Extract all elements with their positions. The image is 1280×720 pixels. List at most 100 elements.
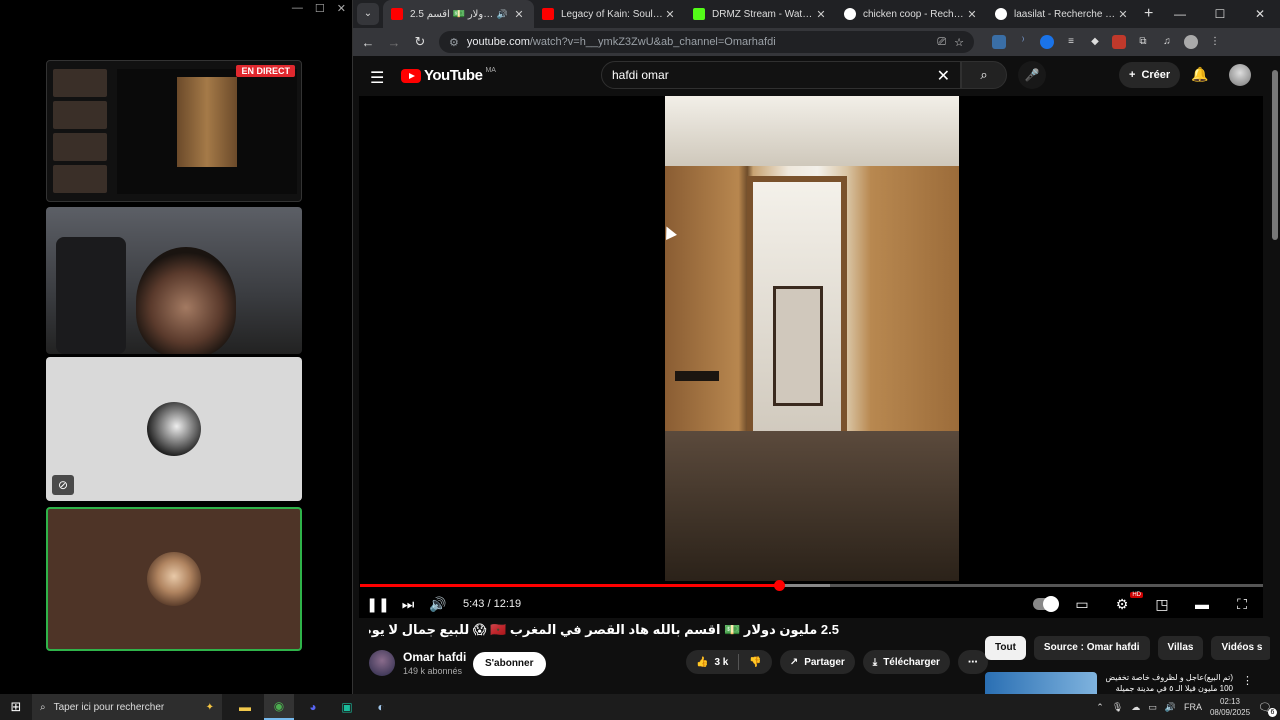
menu-hamburger-icon[interactable]: ☰ bbox=[370, 68, 384, 88]
recommended-thumbnail[interactable] bbox=[985, 672, 1097, 694]
video-frame[interactable] bbox=[665, 96, 959, 581]
chip-videos[interactable]: Vidéos s bbox=[1211, 636, 1273, 660]
chip-villas[interactable]: Villas bbox=[1157, 636, 1204, 660]
miniplayer-icon[interactable]: ◳ bbox=[1147, 596, 1177, 613]
close-tab-icon[interactable]: ✕ bbox=[512, 8, 526, 21]
minimize-icon[interactable]: — bbox=[292, 2, 303, 15]
close-tab-icon[interactable]: ✕ bbox=[814, 8, 828, 21]
minimize-icon[interactable]: — bbox=[1160, 0, 1200, 28]
steam-icon[interactable]: ◐ bbox=[366, 694, 396, 720]
close-tab-icon[interactable]: ✕ bbox=[663, 8, 677, 21]
reload-icon[interactable]: ↻ bbox=[413, 34, 427, 50]
close-tab-icon[interactable]: ✕ bbox=[965, 8, 979, 21]
recommended-video[interactable]: (تم البيع)عاجل و لظروف خاصة تخفيض 100 مل… bbox=[985, 670, 1255, 694]
subscribe-button[interactable]: S'abonner bbox=[473, 652, 546, 676]
extension-icon[interactable]: ⁾ bbox=[1016, 35, 1030, 49]
webcam-tile[interactable] bbox=[46, 207, 302, 354]
autoplay-toggle[interactable] bbox=[1033, 596, 1059, 612]
notifications-bell-icon[interactable]: 🔔 bbox=[1191, 66, 1208, 83]
tab-youtube-video[interactable]: 2.5 مليون دولار 💵 اقسم 🔊 ✕ bbox=[383, 0, 534, 28]
avatar bbox=[147, 402, 201, 456]
onedrive-icon[interactable]: ☁ bbox=[1131, 702, 1140, 713]
chip-source[interactable]: Source : Omar hafdi bbox=[1033, 636, 1150, 660]
clock[interactable]: 02:13 08/09/2025 bbox=[1210, 696, 1250, 718]
channel-avatar[interactable] bbox=[369, 650, 395, 676]
video-player[interactable]: ❚❚ ⏭ 🔊 5:43 / 12:19 ▭ ⚙ HD ◳ ▬ ⛶ bbox=[359, 96, 1263, 618]
close-tab-icon[interactable]: ✕ bbox=[1116, 8, 1130, 21]
taskbar-search[interactable]: ⌕ Taper ici pour rechercher ✦ bbox=[32, 694, 222, 720]
extension-icon[interactable] bbox=[1112, 35, 1126, 49]
url-input[interactable]: ⚙ youtube.com/watch?v=h__ymkZ3ZwU&ab_cha… bbox=[439, 31, 974, 53]
media-control-icon[interactable]: ♫ bbox=[1160, 35, 1174, 49]
like-icon[interactable]: 👍 bbox=[696, 657, 708, 668]
notifications-icon[interactable]: 🗨 6 bbox=[1258, 701, 1277, 717]
tab-chicken-coop[interactable]: chicken coop - Recherche Go ✕ bbox=[836, 0, 987, 28]
bookmark-star-icon[interactable]: ☆ bbox=[954, 36, 964, 49]
account-avatar[interactable] bbox=[1229, 64, 1251, 86]
volume-icon[interactable]: 🔊 bbox=[423, 596, 453, 613]
back-icon[interactable]: ← bbox=[361, 35, 375, 50]
progress-bar[interactable] bbox=[360, 580, 1263, 591]
fullscreen-icon[interactable]: ⛶ bbox=[1227, 596, 1257, 613]
volume-icon[interactable]: 🔊 bbox=[1165, 702, 1176, 713]
forward-icon[interactable]: → bbox=[387, 35, 401, 50]
youtube-logo[interactable]: YouTube MA bbox=[401, 67, 496, 84]
windows-start-icon[interactable]: ⊞ bbox=[0, 699, 32, 715]
tab-drmz-stream[interactable]: DRMZ Stream - Watch Live o ✕ bbox=[685, 0, 836, 28]
language-indicator[interactable]: FRA bbox=[1184, 702, 1202, 712]
tab-laasilat[interactable]: laasilat - Recherche Google ✕ bbox=[987, 0, 1138, 28]
clear-search-icon[interactable]: ✕ bbox=[937, 66, 950, 86]
pause-icon[interactable]: ❚❚ bbox=[363, 596, 393, 613]
next-icon[interactable]: ⏭ bbox=[393, 596, 423, 613]
extension-icon[interactable] bbox=[1040, 35, 1054, 49]
close-icon[interactable]: ✕ bbox=[1240, 0, 1280, 28]
subtitles-icon[interactable]: ▭ bbox=[1067, 596, 1097, 613]
extensions-puzzle-icon[interactable]: ⧉ bbox=[1136, 35, 1150, 49]
extension-icon[interactable]: ◆ bbox=[1088, 35, 1102, 49]
search-input[interactable]: hafdi omar ✕ bbox=[601, 61, 961, 89]
page-scrollbar[interactable] bbox=[1270, 60, 1280, 694]
install-app-icon[interactable]: ⎚ bbox=[937, 36, 946, 49]
voice-search-icon[interactable]: 🎤 bbox=[1018, 61, 1046, 89]
participant-tile-speaking[interactable] bbox=[46, 507, 302, 651]
file-explorer-icon[interactable]: ▬ bbox=[230, 694, 260, 720]
network-icon[interactable]: ▭ bbox=[1148, 702, 1157, 713]
pinned-apps: ▬ ◉ ◕ ▣ ◐ bbox=[230, 694, 396, 720]
extension-icon[interactable] bbox=[992, 35, 1006, 49]
chevron-up-icon[interactable]: ⌃ bbox=[1096, 702, 1104, 713]
taskbar-search-placeholder: Taper ici pour rechercher bbox=[53, 701, 165, 713]
app-icon[interactable]: ▣ bbox=[332, 694, 362, 720]
dislike-icon[interactable]: 👎 bbox=[749, 657, 761, 668]
close-icon[interactable]: ✕ bbox=[337, 2, 346, 15]
speaker-icon[interactable]: 🔊 bbox=[497, 9, 508, 20]
settings-gear-icon[interactable]: ⚙ HD bbox=[1107, 591, 1143, 613]
wall-sign bbox=[675, 371, 719, 381]
participant-tile[interactable]: ⊘ bbox=[46, 357, 302, 501]
new-tab-icon[interactable]: + bbox=[1144, 5, 1153, 23]
more-actions-button[interactable]: ⋯ bbox=[957, 650, 988, 674]
create-button[interactable]: + Créer bbox=[1119, 62, 1181, 88]
chip-all[interactable]: Tout bbox=[985, 636, 1026, 660]
discord-icon[interactable]: ◕ bbox=[298, 694, 328, 720]
search-button[interactable]: ⌕ bbox=[961, 61, 1007, 89]
chrome-icon[interactable]: ◉ bbox=[264, 694, 294, 720]
extensions-bar: ⁾ ≡ ◆ ⧉ ♫ ⋮ bbox=[992, 35, 1222, 49]
download-button[interactable]: ⤓ Télécharger bbox=[862, 650, 950, 674]
stream-tile[interactable]: EN DIRECT bbox=[46, 60, 302, 202]
recommended-title[interactable]: (تم البيع)عاجل و لظروف خاصة تخفيض 100 مل… bbox=[1103, 672, 1233, 694]
extension-icon[interactable]: ≡ bbox=[1064, 35, 1078, 49]
maximize-icon[interactable]: ☐ bbox=[315, 2, 325, 15]
menu-kebab-icon[interactable]: ⋮ bbox=[1208, 35, 1222, 49]
site-info-icon[interactable]: ⚙ bbox=[449, 36, 459, 49]
mic-icon[interactable]: 🎙 bbox=[1112, 702, 1123, 713]
scrollbar-thumb[interactable] bbox=[1272, 70, 1278, 240]
like-count[interactable]: 3 k bbox=[714, 657, 728, 668]
more-icon[interactable]: ⋮ bbox=[1242, 674, 1253, 687]
profile-avatar[interactable] bbox=[1184, 35, 1198, 49]
tab-search-icon[interactable]: ⌄ bbox=[357, 3, 379, 25]
tab-legacy-of-kain[interactable]: Legacy of Kain: Soul Reaver R ✕ bbox=[534, 0, 685, 28]
share-button[interactable]: ↗ Partager bbox=[779, 650, 855, 674]
channel-name[interactable]: Omar hafdi bbox=[403, 650, 466, 664]
theater-mode-icon[interactable]: ▬ bbox=[1187, 596, 1217, 612]
maximize-icon[interactable]: ☐ bbox=[1200, 0, 1240, 28]
